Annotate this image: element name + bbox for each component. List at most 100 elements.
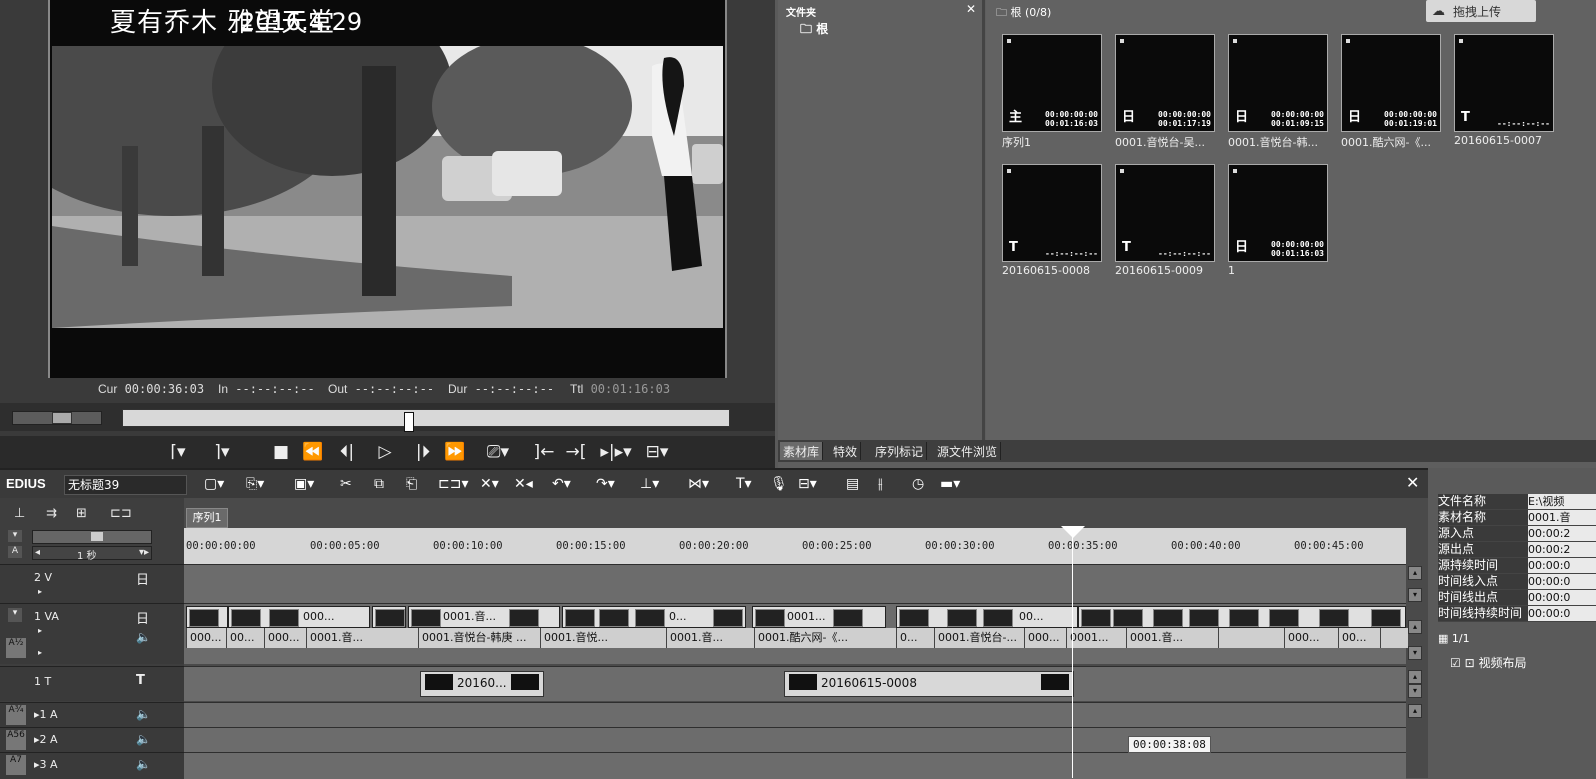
audio-clip[interactable]: 0001.音悦...	[540, 628, 668, 648]
timeline-cursor-head[interactable]	[1061, 526, 1085, 538]
track-header-a3[interactable]: A7 ▸3 A 🔈	[0, 752, 184, 779]
speaker-icon[interactable]: 🔈	[136, 757, 151, 771]
set-out-icon[interactable]: ⌉▾	[204, 440, 240, 464]
zoom-slider[interactable]	[32, 530, 152, 544]
insert-icon[interactable]: ▸|▸▾	[596, 440, 636, 464]
a34-patch-icon[interactable]: A¾	[6, 705, 26, 725]
audio-clip[interactable]: 0001...	[1066, 628, 1128, 648]
copy-icon[interactable]: ⧉	[374, 476, 384, 492]
audio-clip[interactable]: 000...	[1024, 628, 1068, 648]
link-icon[interactable]: ⊏⊐	[110, 506, 132, 521]
audio-clip[interactable]: 0...	[896, 628, 936, 648]
scroll-up-icon[interactable]: ▴	[1408, 670, 1422, 684]
marker-icon[interactable]: ⊥▾	[640, 476, 659, 492]
title-icon[interactable]: T▾	[736, 476, 752, 492]
audio-clip[interactable]: 0001.酷六网-《...	[754, 628, 898, 648]
video-clip[interactable]: 0001.音...	[408, 606, 560, 628]
insert-clip-icon[interactable]: ⊏⊐▾	[438, 476, 469, 492]
upload-button[interactable]: ☁ 拖拽上传	[1426, 0, 1536, 22]
microphone-icon[interactable]: 🎙	[770, 476, 788, 492]
project-name-field[interactable]: 无标题39	[64, 475, 187, 495]
cut-icon[interactable]: ✂	[340, 476, 352, 492]
audio-clip[interactable]	[1218, 628, 1286, 648]
set-in-icon[interactable]: ⌈▾	[160, 440, 196, 464]
expand-icon[interactable]: ▸	[38, 648, 42, 657]
close-icon[interactable]: ✕	[1406, 473, 1419, 492]
ripple-delete-icon[interactable]: ✕◂	[514, 476, 533, 492]
expand-icon[interactable]: ▸	[38, 587, 42, 596]
bin-clip[interactable]: 日 00:00:00:00 00:01:16:03 1	[1228, 164, 1328, 277]
track-1va[interactable]: 000... 0001.音... 0... 0001... 00... 000.…	[184, 603, 1408, 664]
bin-clip[interactable]: T --:--:--:-- 20160615-0009	[1115, 164, 1215, 277]
title-clip[interactable]: 20160...	[420, 671, 544, 697]
scroll-down-icon[interactable]: ▾	[1408, 588, 1422, 602]
a-icon[interactable]: A	[8, 546, 22, 558]
tab-sequence-markers[interactable]: 序列标记	[872, 442, 928, 460]
overwrite-icon[interactable]: ⊟▾	[642, 440, 672, 464]
a12-patch-icon[interactable]: A½	[6, 638, 26, 658]
track-a2[interactable]	[184, 727, 1406, 752]
bin-clip[interactable]: T --:--:--:-- 20160615-0008	[1002, 164, 1102, 277]
scroll-down-icon[interactable]: ▾	[1408, 684, 1422, 698]
a56-patch-icon[interactable]: A56	[6, 730, 26, 750]
render-icon[interactable]: ⊟▾	[798, 476, 817, 492]
folder-root-item[interactable]: 🗀 根	[800, 20, 828, 41]
scroll-up-icon[interactable]: ▴	[1408, 566, 1422, 580]
audio-clip[interactable]: 0001.音...	[666, 628, 756, 648]
track-header-2v[interactable]: 2 V ▸ 日	[0, 564, 184, 603]
next-edit-icon[interactable]: →[	[562, 440, 590, 464]
speaker-icon[interactable]: 🔈	[136, 732, 151, 746]
video-clip[interactable]	[1078, 606, 1406, 628]
audio-clip[interactable]: 0001.音悦台-...	[934, 628, 1026, 648]
scroll-up-icon[interactable]: ▴	[1408, 704, 1422, 718]
a7-patch-icon[interactable]: A7	[6, 755, 26, 775]
timeline-ruler[interactable]: 00:00:00:00 00:00:05:00 00:00:10:00 00:0…	[184, 528, 1406, 564]
step-back-icon[interactable]: ⏴|	[334, 440, 360, 464]
step-forward-icon[interactable]: |⏵	[410, 440, 436, 464]
play-icon[interactable]: ▷	[372, 440, 398, 464]
tab-source-browser[interactable]: 源文件浏览	[934, 442, 1002, 460]
track-header-1va[interactable]: ▾ 1 VA 日 ▸ 🔈 A½ ▸	[0, 603, 184, 664]
open-project-icon[interactable]: ⎘▾	[246, 476, 264, 492]
clock-icon[interactable]: ◷	[912, 476, 924, 492]
video-clip[interactable]: 0001...	[752, 606, 886, 628]
tab-library[interactable]: 素材库	[780, 442, 824, 460]
layout-icon[interactable]: ▬▾	[940, 476, 960, 492]
tab-sequence[interactable]: 序列1	[186, 508, 228, 528]
audio-clip[interactable]: 000...	[1284, 628, 1340, 648]
transition-icon[interactable]: ⋈▾	[688, 476, 709, 492]
collapse-icon[interactable]: ▾	[8, 530, 22, 542]
bin-clip[interactable]: 日 00:00:00:00 00:01:19:01 0001.酷六网-《...	[1341, 34, 1441, 150]
close-icon[interactable]: ✕	[966, 2, 976, 16]
loop-icon[interactable]: ⎚▾	[478, 440, 518, 464]
track-header-a2[interactable]: A56 ▸2 A 🔈	[0, 727, 184, 752]
fast-forward-icon[interactable]: ⏩	[440, 440, 470, 464]
track-a3[interactable]	[184, 752, 1406, 779]
audio-clip[interactable]: 000...	[186, 628, 228, 648]
bin-clip[interactable]: 主 00:00:00:00 00:01:16:03 序列1	[1002, 34, 1102, 150]
print-icon[interactable]: ▤	[846, 476, 859, 492]
audio-clip[interactable]: 0001.音悦台-韩庚 ...	[418, 628, 542, 648]
v-sync-icon[interactable]: ▾	[8, 608, 22, 622]
audio-clip[interactable]: 000...	[264, 628, 308, 648]
shuttle-knob[interactable]	[52, 412, 72, 424]
paste-icon[interactable]: ⎗	[406, 476, 417, 492]
speaker-icon[interactable]: 🔈	[136, 630, 151, 644]
stop-icon[interactable]: ■	[270, 440, 292, 464]
video-clip[interactable]: 000...	[228, 606, 370, 628]
tab-effects[interactable]: 特效	[830, 442, 862, 460]
delete-icon[interactable]: ✕▾	[480, 476, 499, 492]
audio-clip[interactable]: 0001.音...	[306, 628, 420, 648]
expand-icon[interactable]: ▸	[38, 626, 42, 635]
mixer-icon[interactable]: ⫲	[878, 476, 883, 492]
save-icon[interactable]: ▣▾	[294, 476, 314, 492]
title-clip[interactable]: 20160615-0008	[784, 671, 1074, 697]
track-2v[interactable]	[184, 564, 1406, 603]
timeline-cursor-line[interactable]	[1072, 528, 1073, 778]
new-sequence-icon[interactable]: ▢▾	[204, 476, 224, 492]
track-header-1t[interactable]: 1 T T	[0, 666, 184, 701]
sync-icon[interactable]: ⇉	[46, 506, 57, 521]
speaker-icon[interactable]: 🔈	[136, 707, 151, 721]
video-layout-item[interactable]: ☑ ⊡ 视频布局	[1450, 654, 1527, 671]
zoom-unit-select[interactable]: ◂ 1 秒 ▾▸	[32, 546, 152, 562]
